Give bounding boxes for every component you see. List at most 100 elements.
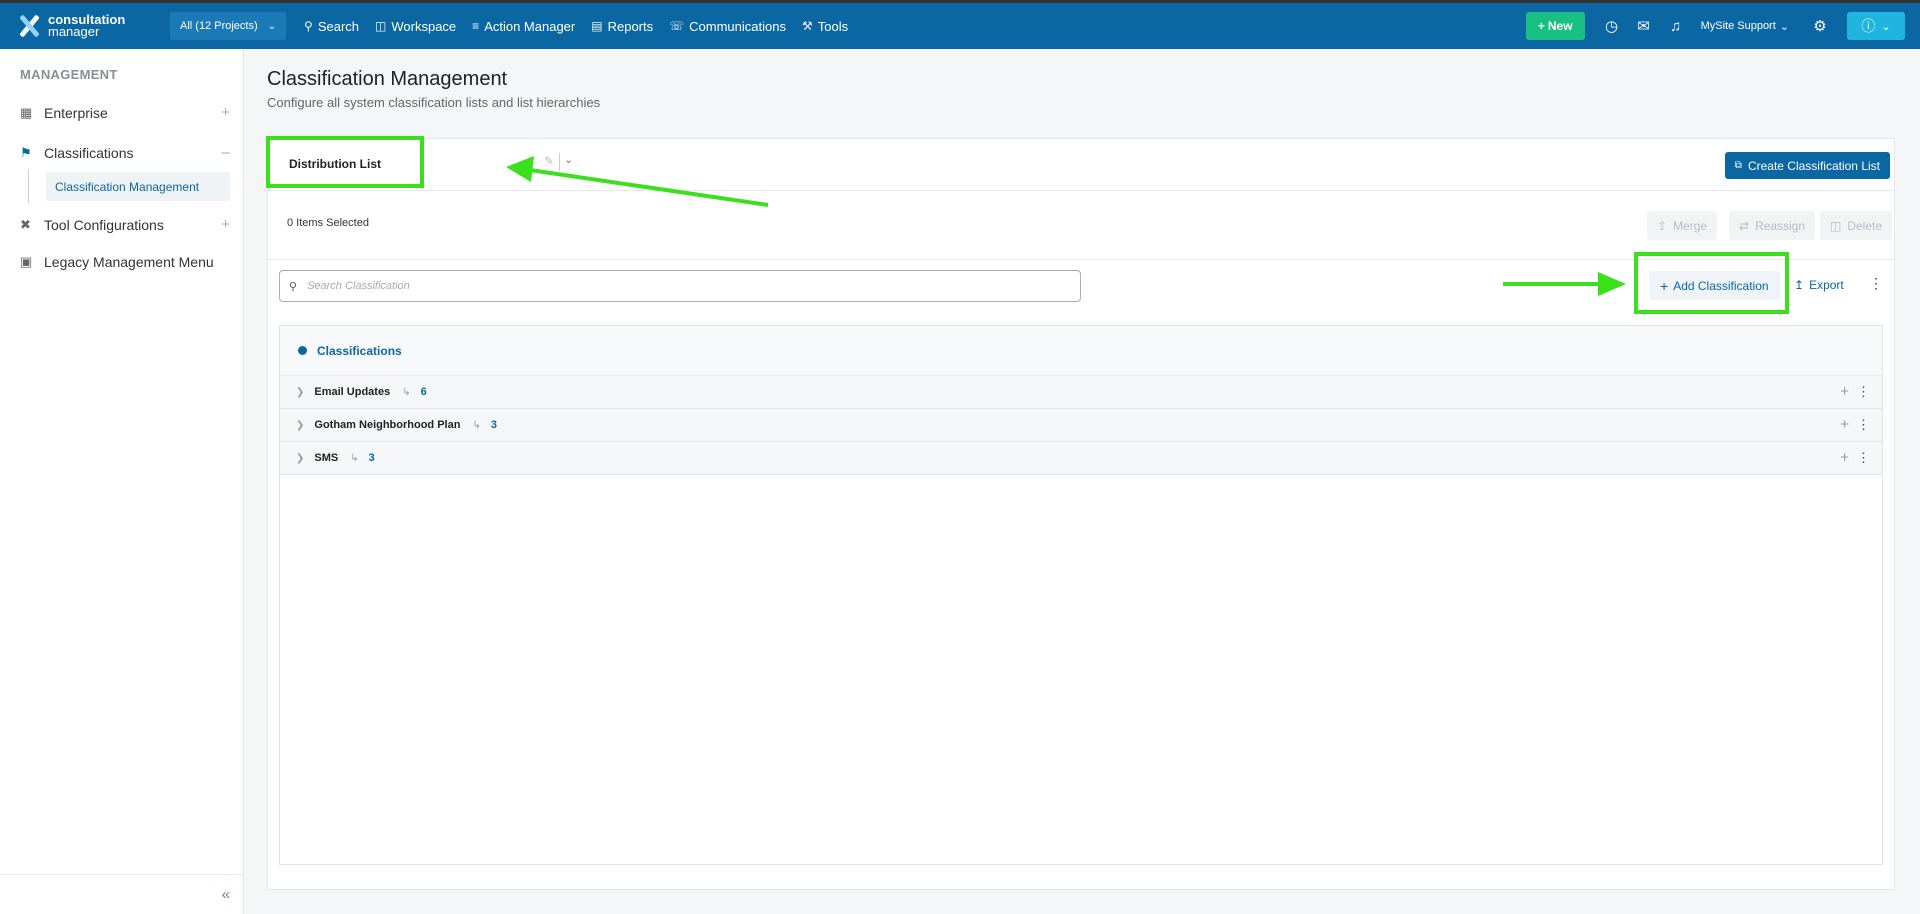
building-icon: ▦: [20, 104, 33, 120]
chevron-right-icon[interactable]: ❯: [296, 387, 304, 398]
more-options-icon[interactable]: ⋮: [1857, 384, 1870, 400]
nav-action-manager[interactable]: ≡ Action Manager: [472, 19, 575, 34]
history-icon[interactable]: ◷: [1597, 11, 1627, 41]
tree-root[interactable]: Classifications: [280, 326, 1882, 376]
sidebar: MANAGEMENT ▦ Enterprise + ⚑ Classificati…: [0, 49, 244, 914]
collapse-dot-icon[interactable]: [298, 346, 307, 355]
hierarchy-icon: ↳: [350, 452, 359, 464]
nav-search[interactable]: ⚲ Search: [304, 19, 359, 34]
classification-card: Distribution List ✎ ⌄ ⧉ Create Classific…: [267, 138, 1895, 890]
export-label: Export: [1809, 278, 1844, 292]
reassign-button[interactable]: ⇄ Reassign: [1729, 211, 1816, 240]
tools-icon: ✖: [20, 216, 31, 232]
sidebar-item-label: Enterprise: [44, 104, 108, 121]
sidebar-tree-line: [28, 169, 29, 203]
double-chevron-left-icon: «: [221, 886, 230, 903]
new-button-label: New: [1547, 19, 1573, 33]
logo-text: consultation manager: [48, 13, 125, 39]
sidebar-item-tool-configurations[interactable]: ✖ Tool Configurations +: [20, 216, 230, 233]
more-options-icon[interactable]: ⋮: [1857, 450, 1870, 466]
nav-tools[interactable]: ⚒ Tools: [802, 19, 848, 34]
help-button[interactable]: ⓘ ⌄: [1847, 12, 1905, 40]
help-icon: ⓘ: [1861, 18, 1876, 34]
search-field[interactable]: ⚲: [279, 270, 1081, 302]
hierarchy-icon: ↳: [472, 419, 481, 431]
nav-communications-label: Communications: [689, 18, 786, 34]
topbar-right: + New ◷ ✉ ♫ MySite Support ⌄ ⚙ ⓘ ⌄: [1525, 11, 1920, 41]
search-icon: ⚲: [304, 19, 313, 33]
annotation-box-list-name: [266, 136, 424, 188]
search-icon: ⚲: [289, 280, 298, 293]
upload-icon: ↥: [1794, 278, 1805, 292]
plus-icon[interactable]: +: [1840, 416, 1849, 433]
bell-icon[interactable]: ♫: [1661, 11, 1691, 41]
tag-icon: ⚑: [20, 144, 32, 160]
reassign-label: Reassign: [1755, 218, 1806, 233]
plus-icon: +: [1537, 19, 1545, 33]
nav-reports-label: Reports: [607, 18, 654, 34]
tree-row-count: 3: [490, 419, 497, 431]
create-button-label: Create Classification List: [1747, 158, 1880, 173]
hierarchy-icon: ↳: [402, 386, 411, 398]
more-options-icon[interactable]: ⋮: [1869, 275, 1883, 292]
page-title: Classification Management: [267, 68, 508, 90]
export-button[interactable]: ↥ Export: [1794, 278, 1844, 292]
nav-workspace[interactable]: ◫ Workspace: [375, 19, 456, 34]
plus-icon[interactable]: +: [1840, 383, 1849, 400]
tree-row[interactable]: ❯ Gotham Neighborhood Plan ↳ 3 + ⋮: [280, 409, 1882, 442]
chevron-down-icon[interactable]: ⌄: [564, 153, 573, 166]
tree-row-count: 3: [368, 452, 375, 464]
sidebar-item-classifications[interactable]: ⚑ Classifications –: [20, 144, 230, 161]
reassign-icon: ⇄: [1739, 218, 1750, 233]
search-input[interactable]: [307, 280, 1048, 292]
user-menu-label: MySite Support: [1700, 20, 1776, 32]
plus-icon[interactable]: +: [1840, 449, 1849, 466]
merge-button[interactable]: ⇪ Merge: [1647, 211, 1718, 240]
wrench-icon: ⚒: [801, 19, 813, 33]
delete-button[interactable]: ◫ Delete: [1820, 211, 1893, 240]
divider: [559, 153, 560, 171]
nav-tools-label: Tools: [817, 18, 849, 34]
sidebar-item-legacy-management-menu[interactable]: ▣ Legacy Management Menu: [20, 254, 230, 270]
sidebar-item-enterprise[interactable]: ▦ Enterprise +: [20, 104, 230, 121]
chevron-right-icon[interactable]: ❯: [296, 420, 304, 431]
sidebar-item-classification-management[interactable]: Classification Management: [46, 172, 230, 201]
more-options-icon[interactable]: ⋮: [1857, 417, 1870, 433]
nav-workspace-label: Workspace: [391, 18, 457, 34]
nav-reports[interactable]: ▤ Reports: [591, 19, 653, 34]
pencil-icon[interactable]: ✎: [544, 154, 554, 168]
sidebar-collapse-button[interactable]: «: [0, 874, 244, 914]
logo-mark-icon: [16, 13, 42, 39]
sidebar-item-label: Legacy Management Menu: [44, 254, 214, 270]
sidebar-item-label: Classifications: [44, 144, 134, 161]
project-selector[interactable]: All (12 Projects) ⌄: [170, 12, 287, 40]
expand-plus-icon[interactable]: +: [221, 104, 230, 121]
tree-row[interactable]: ❯ SMS ↳ 3 + ⋮: [280, 442, 1882, 475]
main-nav: ⚲ Search ◫ Workspace ≡ Action Manager ▤ Repo…: [304, 19, 864, 34]
app-logo[interactable]: consultation manager: [16, 13, 154, 39]
page-subtitle: Configure all system classification list…: [267, 95, 601, 110]
expand-plus-icon[interactable]: +: [221, 216, 230, 233]
top-navigation-bar: consultation manager All (12 Projects) ⌄…: [0, 3, 1920, 49]
nav-communications[interactable]: ☏ Communications: [669, 19, 786, 34]
new-button[interactable]: + New: [1525, 12, 1585, 40]
mail-icon[interactable]: ✉: [1629, 11, 1659, 41]
classification-tree: Classifications ❯ Email Updates ↳ 6 + ⋮ …: [279, 325, 1883, 865]
nav-search-label: Search: [317, 18, 360, 34]
sidebar-heading: MANAGEMENT: [20, 67, 118, 82]
logo-line2: manager: [48, 24, 100, 39]
delete-label: Delete: [1847, 218, 1883, 233]
chevron-down-icon: ⌄: [267, 20, 277, 32]
collapse-minus-icon[interactable]: –: [222, 144, 230, 161]
nav-action-manager-label: Action Manager: [484, 18, 576, 34]
document-icon: ▤: [591, 19, 603, 33]
chevron-right-icon[interactable]: ❯: [296, 453, 304, 464]
user-menu[interactable]: MySite Support ⌄: [1693, 11, 1797, 41]
merge-label: Merge: [1673, 218, 1708, 233]
create-classification-list-button[interactable]: ⧉ Create Classification List: [1724, 152, 1890, 179]
workspace-icon: ◫: [375, 19, 387, 33]
tree-row-name: Gotham Neighborhood Plan: [314, 419, 461, 431]
tree-row[interactable]: ❯ Email Updates ↳ 6 + ⋮: [280, 376, 1882, 409]
external-icon: ⧉: [1734, 160, 1742, 171]
gear-icon[interactable]: ⚙: [1805, 11, 1835, 41]
